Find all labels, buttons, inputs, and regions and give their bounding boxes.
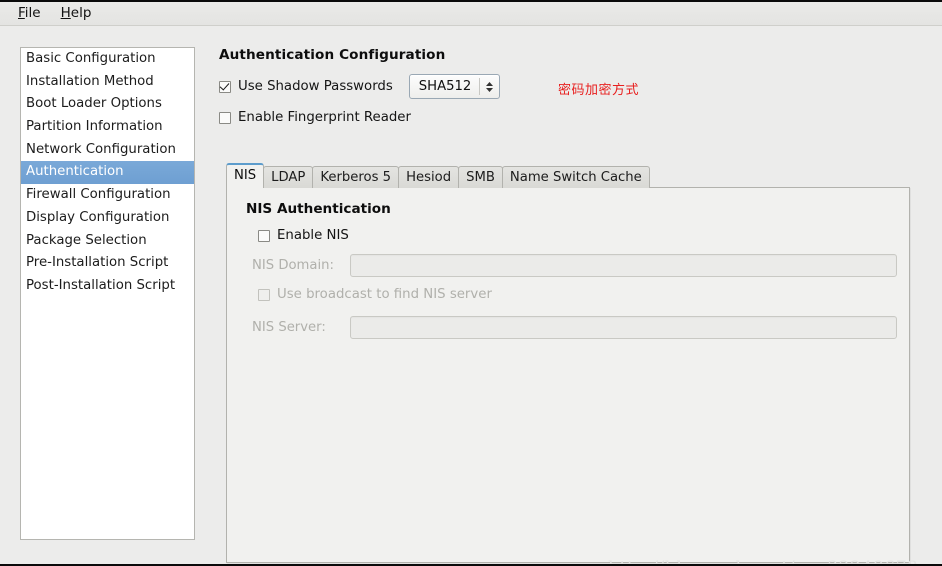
enable-nis-label: Enable NIS	[277, 228, 349, 243]
use-broadcast-checkbox[interactable]	[258, 288, 270, 301]
sidebar-item-display-configuration[interactable]: Display Configuration	[21, 207, 194, 230]
application-window: File Help Basic Configuration Installati…	[0, 0, 942, 566]
navigation-sidebar[interactable]: Basic Configuration Installation Method …	[20, 47, 195, 540]
hash-algorithm-value: SHA512	[418, 79, 472, 94]
sidebar-item-post-installation-script[interactable]: Post-Installation Script	[21, 275, 194, 298]
menu-help-mnemonic: H	[60, 4, 71, 21]
nis-domain-label: NIS Domain:	[252, 258, 334, 273]
hash-algorithm-combobox[interactable]: SHA512	[408, 74, 501, 99]
use-broadcast-row: Use broadcast to find NIS server	[258, 287, 492, 302]
authentication-pane: Authentication Configuration Use Shadow …	[219, 47, 930, 125]
content-area: Basic Configuration Installation Method …	[0, 26, 942, 564]
nis-server-label: NIS Server:	[252, 320, 326, 335]
nis-domain-row: NIS Domain:	[247, 254, 897, 277]
watermark-text: http://blog.csdn.net/qq_32248673	[608, 558, 919, 564]
sidebar-item-basic-configuration[interactable]: Basic Configuration	[21, 48, 194, 71]
annotation-text: 密码加密方式	[558, 83, 640, 98]
menu-file-mnemonic: F	[18, 4, 25, 21]
sidebar-item-package-selection[interactable]: Package Selection	[21, 230, 194, 253]
fingerprint-reader-row: Enable Fingerprint Reader	[219, 110, 930, 125]
menu-bar: File Help	[0, 2, 942, 26]
shadow-passwords-label: Use Shadow Passwords	[238, 79, 393, 94]
tab-name-switch-cache[interactable]: Name Switch Cache	[501, 166, 650, 188]
sidebar-item-boot-loader-options[interactable]: Boot Loader Options	[21, 93, 194, 116]
tab-strip: NIS LDAP Kerberos 5 Hesiod SMB Name Swit…	[219, 163, 911, 188]
tab-hesiod[interactable]: Hesiod	[398, 166, 460, 188]
menu-item-file[interactable]: File	[8, 4, 51, 24]
menu-help-rest: elp	[70, 4, 92, 21]
up-down-arrows-icon[interactable]	[480, 79, 499, 95]
nis-panel-heading: NIS Authentication	[246, 201, 391, 217]
tab-nis[interactable]: NIS	[226, 163, 265, 188]
nis-server-row: NIS Server:	[247, 316, 897, 339]
nis-server-input[interactable]	[350, 316, 897, 339]
enable-nis-row: Enable NIS	[258, 228, 349, 243]
shadow-passwords-checkbox[interactable]	[219, 80, 231, 93]
page-title: Authentication Configuration	[219, 47, 446, 63]
nis-tab-panel: NIS Authentication Enable NIS NIS Domain…	[226, 187, 910, 563]
fingerprint-reader-checkbox[interactable]	[219, 111, 231, 124]
use-broadcast-label: Use broadcast to find NIS server	[277, 287, 492, 302]
sidebar-item-partition-information[interactable]: Partition Information	[21, 116, 194, 139]
sidebar-item-network-configuration[interactable]: Network Configuration	[21, 139, 194, 162]
fingerprint-reader-label: Enable Fingerprint Reader	[238, 110, 411, 125]
tab-kerberos-5[interactable]: Kerberos 5	[312, 166, 400, 188]
sidebar-item-authentication[interactable]: Authentication	[21, 161, 194, 185]
tab-ldap[interactable]: LDAP	[263, 166, 314, 188]
sidebar-item-firewall-configuration[interactable]: Firewall Configuration	[21, 184, 194, 207]
sidebar-item-installation-method[interactable]: Installation Method	[21, 71, 194, 94]
tab-smb[interactable]: SMB	[458, 166, 503, 188]
authentication-notebook: NIS LDAP Kerberos 5 Hesiod SMB Name Swit…	[219, 163, 911, 564]
nis-domain-input[interactable]	[350, 254, 897, 277]
sidebar-item-pre-installation-script[interactable]: Pre-Installation Script	[21, 252, 194, 275]
enable-nis-checkbox[interactable]	[258, 229, 270, 242]
menu-file-rest: ile	[24, 4, 41, 21]
menu-item-help[interactable]: Help	[51, 4, 102, 24]
